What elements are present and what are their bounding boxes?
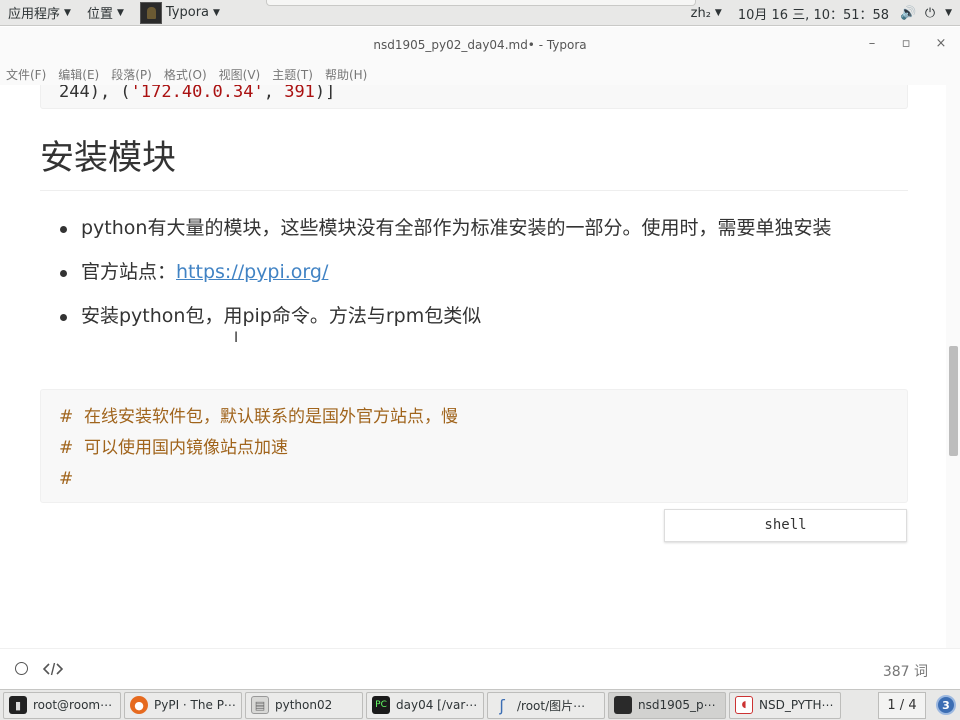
list-item-text: python有大量的模块，这些模块没有全部作为标准安装的一部分。使用时，需要单独… <box>81 217 832 239</box>
menu-format[interactable]: 格式(O) <box>164 66 207 83</box>
list-item-text: 官方站点： <box>81 261 177 283</box>
terminal-icon: ▮ <box>9 696 27 714</box>
typora-app-icon <box>139 1 162 24</box>
typora-icon <box>614 696 632 714</box>
task-document[interactable]: ◖ NSD_PYTH⋯ <box>729 691 841 719</box>
outline-toggle-button[interactable] <box>10 658 32 680</box>
task-label: PyPI · The P⋯ <box>154 698 236 712</box>
task-firefox[interactable]: ● PyPI · The P⋯ <box>124 691 242 719</box>
minimize-button[interactable]: – <box>862 36 882 54</box>
list-item[interactable]: python有大量的模块，这些模块没有全部作为标准安装的一部分。使用时，需要单独… <box>58 211 908 245</box>
input-method-menu[interactable]: zh₂ ▼ <box>683 0 730 26</box>
list-item[interactable]: 官方站点：https://pypi.org/ <box>58 255 908 289</box>
clock-label: 10月 16 三, 10：51：58 <box>737 7 890 23</box>
workspace-pager[interactable]: 1 / 4 <box>878 692 926 719</box>
top-panel: 应用程序 ▼ 位置 ▼ Typora ▼ zh₂ ▼ 10月 16 三, 10：… <box>0 0 960 26</box>
input-method-label: zh₂ <box>690 5 711 21</box>
menu-view[interactable]: 视图(V) <box>219 66 261 83</box>
code-number: 391 <box>284 85 315 102</box>
places-menu[interactable]: 位置 ▼ <box>79 0 132 26</box>
window-titlebar: nsd1905_py02_day04.md• - Typora – ▫ × <box>0 27 960 63</box>
taskbar: ▮ root@room⋯ ● PyPI · The P⋯ ▤ python02 … <box>0 689 960 720</box>
firefox-icon: ● <box>130 696 148 714</box>
section-heading[interactable]: 安装模块 <box>40 133 908 191</box>
chevron-down-icon: ▼ <box>116 7 124 18</box>
menu-bar: 文件(F) 编辑(E) 段落(P) 格式(O) 视图(V) 主题(T) 帮助(H… <box>0 63 960 85</box>
menu-theme[interactable]: 主题(T) <box>272 66 313 83</box>
active-app-menu[interactable]: Typora ▼ <box>132 0 228 26</box>
chevron-down-icon: ▼ <box>714 8 722 18</box>
applications-menu[interactable]: 应用程序 ▼ <box>0 0 79 26</box>
menu-edit[interactable]: 编辑(E) <box>58 66 99 83</box>
chevron-down-icon: ▼ <box>64 7 71 18</box>
menu-paragraph[interactable]: 段落(P) <box>111 66 152 83</box>
close-button[interactable]: × <box>931 36 951 54</box>
task-label: day04 [/var⋯ <box>396 698 478 712</box>
word-count[interactable]: 387 词 <box>883 661 928 681</box>
task-pycharm[interactable]: PC day04 [/var⋯ <box>366 691 484 719</box>
task-label: root@room⋯ <box>33 698 113 712</box>
bullet-list: python有大量的模块，这些模块没有全部作为标准安装的一部分。使用时，需要单独… <box>58 211 908 343</box>
status-bar: 387 词 <box>0 648 960 688</box>
task-image-viewer[interactable]: ʃ /root/图片⋯ <box>487 691 605 719</box>
code-text: , <box>263 85 285 102</box>
power-icon[interactable]: ⏻ <box>919 6 941 21</box>
maximize-button[interactable]: ▫ <box>896 36 916 54</box>
task-typora[interactable]: nsd1905_p⋯ <box>608 691 726 719</box>
code-icon <box>43 662 63 675</box>
task-file-manager[interactable]: ▤ python02 <box>245 691 363 719</box>
places-label: 位置 <box>86 7 113 22</box>
task-label: /root/图片⋯ <box>517 698 586 713</box>
pycharm-icon: PC <box>372 696 390 714</box>
active-app-label: Typora <box>165 5 210 20</box>
chevron-down-icon: ▼ <box>213 7 220 18</box>
chevron-down-icon[interactable]: ▼ <box>945 8 952 18</box>
code-text: )] <box>314 85 336 102</box>
source-mode-button[interactable] <box>42 658 64 680</box>
window-title: nsd1905_py02_day04.md• - Typora <box>373 38 587 52</box>
text-cursor-icon: I <box>234 330 239 346</box>
menu-file[interactable]: 文件(F) <box>6 66 46 83</box>
code-block-partial[interactable]: 244), ('172.40.0.34', 391)] <box>40 85 908 109</box>
list-item[interactable]: 安装python包，用pip命令。方法与rpm包类似 <box>58 299 908 333</box>
code-string: '172.40.0.34' <box>130 85 264 102</box>
task-label: nsd1905_p⋯ <box>638 698 716 712</box>
file-manager-icon: ▤ <box>251 696 269 714</box>
list-item-text: 安装python包，用pip命令。方法与rpm包类似 <box>81 305 482 327</box>
menu-help[interactable]: 帮助(H) <box>325 66 367 83</box>
code-line: # 可以使用国内镜像站点加速 <box>59 438 289 458</box>
code-line: # <box>59 469 74 489</box>
pypi-link[interactable]: https://pypi.org/ <box>176 261 328 283</box>
clock[interactable]: 10月 16 三, 10：51：58 <box>730 0 897 26</box>
task-label: NSD_PYTH⋯ <box>759 698 834 712</box>
image-viewer-icon: ʃ <box>499 695 505 715</box>
applications-label: 应用程序 <box>8 7 61 22</box>
editor-area[interactable]: 244), ('172.40.0.34', 391)] 安装模块 python有… <box>0 85 946 648</box>
code-line: # 在线安装软件包，默认联系的是国外官方站点，慢 <box>59 407 459 427</box>
code-text: 244), ( <box>59 85 131 102</box>
circle-icon <box>14 662 28 675</box>
notification-badge[interactable]: 3 <box>936 695 956 715</box>
document-icon: ◖ <box>735 696 753 714</box>
task-label: python02 <box>275 698 333 712</box>
scrollbar-thumb[interactable] <box>949 346 958 456</box>
volume-icon[interactable]: 🔊 <box>897 6 919 21</box>
task-terminal[interactable]: ▮ root@room⋯ <box>3 691 121 719</box>
search-dropdown-edge <box>266 0 696 6</box>
shell-code-block[interactable]: # 在线安装软件包，默认联系的是国外官方站点，慢 # 可以使用国内镜像站点加速 … <box>40 389 908 503</box>
code-language-input[interactable]: shell <box>664 509 907 542</box>
